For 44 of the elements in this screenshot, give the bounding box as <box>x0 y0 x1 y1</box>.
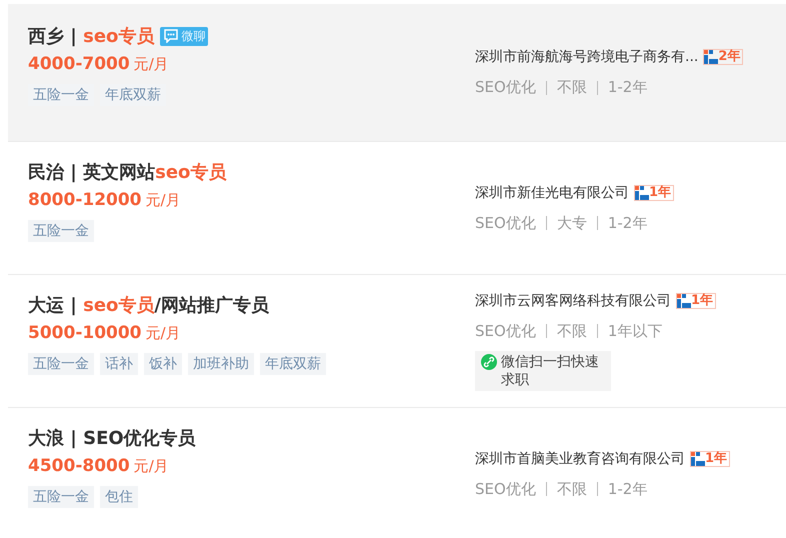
company-name[interactable]: 深圳市前海航海号跨境电子商务有... <box>475 48 698 66</box>
requirement-text: 不限 <box>556 78 587 97</box>
job-row[interactable]: 西乡 | seo专员 微聊 4000-7000 元/月 五险一金 年底双薪 深圳市前海航海号跨境电子商务有... 2年 SEO优化 不限 1-2年 <box>8 4 786 141</box>
benefit-tag: 五险一金 <box>28 220 94 242</box>
requirement-text: SEO优化 <box>475 78 536 97</box>
member-years-badge: 1年 <box>676 292 716 308</box>
job-title[interactable]: 大浪 | SEO优化专员 <box>28 426 196 450</box>
chat-bubble-icon <box>163 29 180 43</box>
member-years-badge: 1年 <box>634 184 674 200</box>
member-logo-icon <box>691 452 705 466</box>
requirement-text: 1年以下 <box>608 322 662 340</box>
job-title[interactable]: 民治 | 英文网站seo专员 <box>28 160 226 184</box>
requirement-text: SEO优化 <box>475 214 536 232</box>
wechat-apply-button[interactable]: 微信扫一扫快速求职 <box>475 350 611 390</box>
member-logo-icon <box>677 294 691 308</box>
salary-text: 4000-7000 元/月 <box>28 54 170 74</box>
salary-text: 4500-8000 元/月 <box>28 456 170 476</box>
member-years-badge: 2年 <box>703 49 744 65</box>
member-logo-icon <box>635 186 649 200</box>
company-name[interactable]: 深圳市新佳光电有限公司 <box>475 184 629 202</box>
benefit-tag: 包住 <box>100 486 138 508</box>
benefit-tag: 话补 <box>100 353 138 375</box>
requirement-text: SEO优化 <box>475 322 536 340</box>
requirement-text: 1-2年 <box>608 214 648 232</box>
requirement-text: 大专 <box>556 214 587 232</box>
salary-text: 5000-10000 元/月 <box>28 323 182 343</box>
member-years-badge: 1年 <box>690 450 730 466</box>
benefit-tag: 五险一金 <box>28 486 94 508</box>
link-icon <box>481 354 497 370</box>
benefit-tag: 年底双薪 <box>260 353 326 375</box>
requirement-text: 1-2年 <box>608 480 648 498</box>
benefit-tag: 五险一金 <box>28 353 94 375</box>
requirement-text: 不限 <box>556 480 587 498</box>
requirement-text: 1-2年 <box>608 78 648 97</box>
company-name[interactable]: 深圳市云网客网络科技有限公司 <box>475 292 671 310</box>
benefit-tag: 加班补助 <box>188 353 254 375</box>
member-logo-icon <box>704 50 718 64</box>
salary-text: 8000-12000 元/月 <box>28 190 182 210</box>
requirement-text: 不限 <box>556 322 587 340</box>
requirement-text: SEO优化 <box>475 480 536 498</box>
job-title[interactable]: 西乡 | seo专员 <box>28 24 154 48</box>
benefit-tag: 饭补 <box>144 353 182 375</box>
company-name[interactable]: 深圳市首脑美业教育咨询有限公司 <box>475 450 685 468</box>
job-title[interactable]: 大运 | seo专员/网站推广专员 <box>28 293 269 317</box>
